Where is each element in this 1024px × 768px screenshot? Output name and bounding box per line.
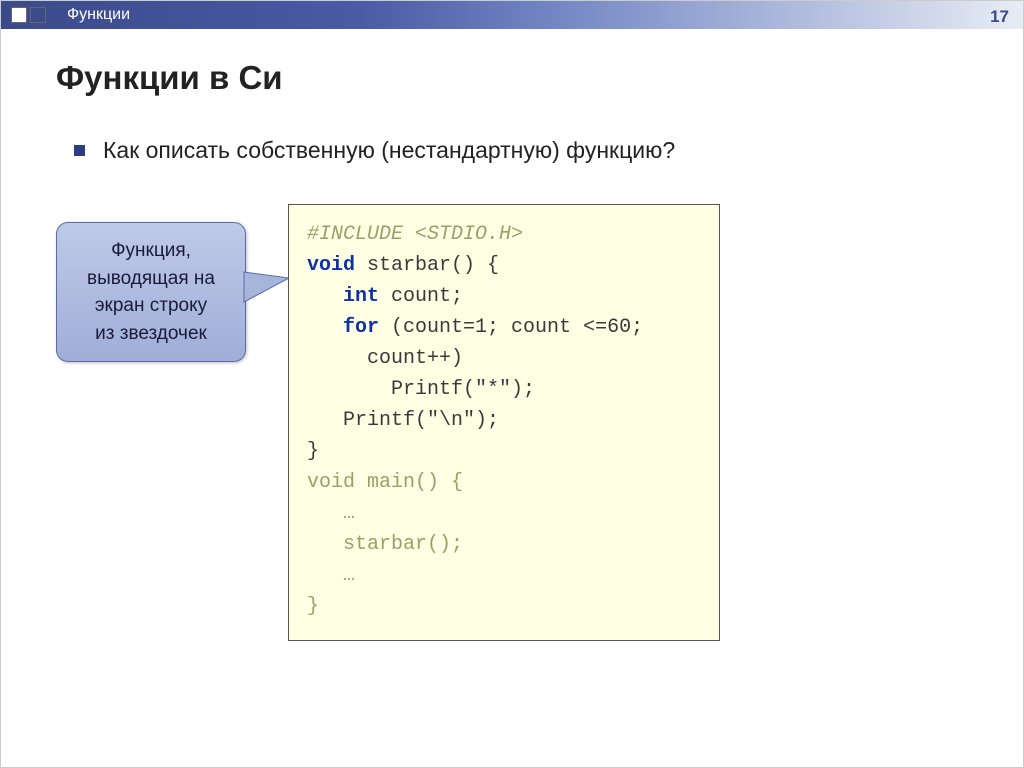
code-line: starbar(); <box>307 529 701 560</box>
page-title: Функции в Си <box>56 59 968 97</box>
diagram: Функция, выводящая на экран строку из зв… <box>56 204 968 724</box>
code-line: int count; <box>307 281 701 312</box>
breadcrumb: Функции <box>67 6 130 24</box>
callout-line: из звездочек <box>65 320 237 348</box>
code-line: } <box>307 591 701 622</box>
callout-line: выводящая на <box>65 265 237 293</box>
code-line: for (count=1; count <=60; <box>307 312 701 343</box>
code-line: void starbar() { <box>307 250 701 281</box>
callout-box: Функция, выводящая на экран строку из зв… <box>56 222 246 362</box>
bullet-text: Как описать собственную (нестандартную) … <box>103 137 675 164</box>
block-icon <box>30 7 46 23</box>
code-line: … <box>307 498 701 529</box>
bullet-item: Как описать собственную (нестандартную) … <box>74 137 968 164</box>
header-bar: Функции <box>1 1 1023 29</box>
square-bullet-icon <box>74 145 85 156</box>
logo-blocks <box>11 7 49 23</box>
callout-line: Функция, <box>65 237 237 265</box>
code-box: #INCLUDE <STDIO.H> void starbar() { int … <box>288 204 720 641</box>
block-icon <box>11 7 27 23</box>
code-line: #INCLUDE <STDIO.H> <box>307 219 701 250</box>
code-line: Printf("*"); <box>307 374 701 405</box>
code-line: count++) <box>307 343 701 374</box>
code-line: … <box>307 560 701 591</box>
code-line: Printf("\n"); <box>307 405 701 436</box>
code-line: void main() { <box>307 467 701 498</box>
slide: Функции 17 Функции в Си Как описать собс… <box>0 0 1024 768</box>
callout-line: экран строку <box>65 292 237 320</box>
page-number: 17 <box>990 7 1009 27</box>
content: Функции в Си Как описать собственную (не… <box>1 29 1023 744</box>
code-line: } <box>307 436 701 467</box>
